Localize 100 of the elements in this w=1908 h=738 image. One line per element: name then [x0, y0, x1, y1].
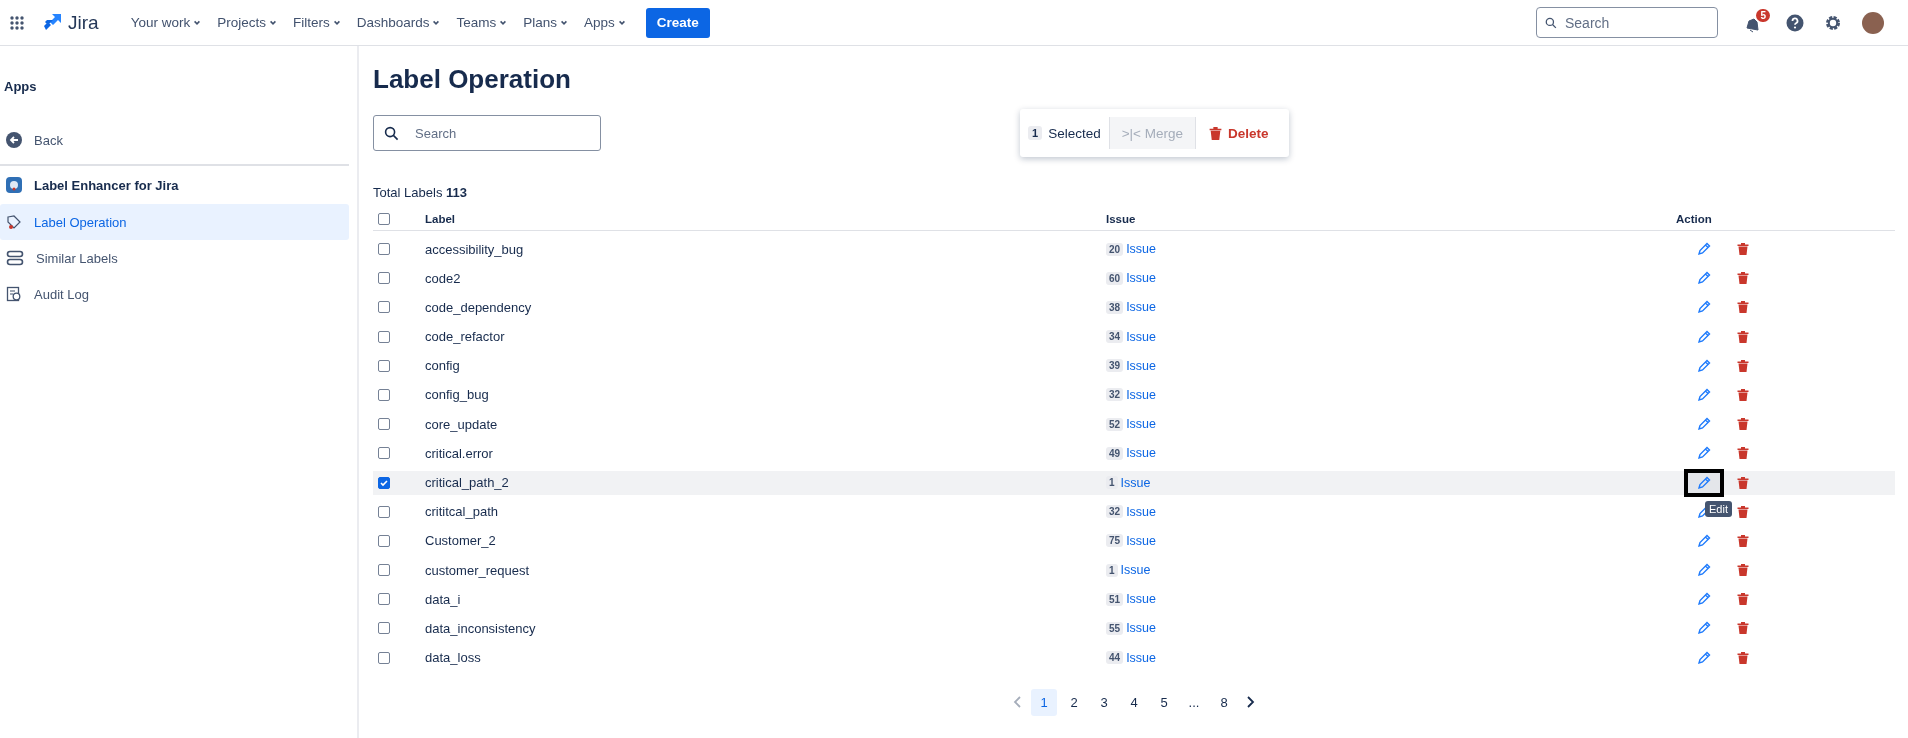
selected-text: Selected	[1048, 125, 1101, 141]
nav-menu[interactable]: Plans	[517, 9, 575, 36]
chevron-down-icon	[560, 18, 569, 27]
label-cell-text: critical.error	[425, 445, 494, 461]
row-checkbox[interactable]	[378, 505, 390, 518]
issue-count: 32	[1106, 388, 1124, 402]
issue-count: 44	[1106, 651, 1124, 665]
issue-link[interactable]: Issue	[1120, 563, 1151, 578]
nav-menu[interactable]: Apps	[578, 9, 632, 36]
search-box[interactable]: Search	[1536, 7, 1718, 38]
row-checkbox[interactable]	[378, 447, 390, 460]
label-cell-text: data_inconsistency	[425, 621, 537, 636]
row-checkbox[interactable]	[378, 534, 390, 547]
label-search-box[interactable]: Search	[373, 115, 601, 151]
issue-link[interactable]: Issue	[1126, 242, 1156, 257]
label-cell-text: config_bug	[425, 387, 490, 403]
page-button[interactable]: 4	[1121, 688, 1147, 716]
page-button[interactable]: 1	[1031, 688, 1057, 716]
chevron-right-icon	[1245, 696, 1255, 709]
app-grid-icon[interactable]	[10, 15, 24, 30]
label-cell-text: data_loss	[425, 650, 482, 666]
trash-icon	[1736, 504, 1750, 519]
pencil-icon	[1697, 300, 1711, 315]
page-button[interactable]: ...	[1181, 688, 1207, 716]
label-cell-text: customer_request	[425, 562, 531, 578]
create-button[interactable]: Create	[645, 7, 710, 38]
nav-menu[interactable]: Dashboards	[350, 9, 447, 36]
trash-icon	[1736, 650, 1750, 665]
nav-menu[interactable]: Filters	[286, 9, 347, 36]
issue-link[interactable]: Issue	[1120, 475, 1151, 490]
issue-count: 39	[1106, 359, 1124, 373]
row-checkbox[interactable]	[378, 389, 390, 401]
issue-link[interactable]: Issue	[1126, 504, 1156, 519]
label-cell-text: accessibility_bug	[425, 241, 525, 257]
sidebar-item[interactable]: Label Operation	[0, 204, 349, 240]
row-checkbox[interactable]	[378, 622, 390, 635]
issue-link[interactable]: Issue	[1126, 592, 1156, 607]
trash-icon	[1207, 125, 1223, 141]
trash-icon	[1736, 563, 1750, 578]
nav-menu[interactable]: Your work	[124, 9, 208, 36]
page-button[interactable]: 8	[1211, 688, 1237, 716]
pencil-icon	[1697, 388, 1711, 402]
issue-link[interactable]: Issue	[1126, 388, 1156, 402]
row-checkbox[interactable]	[378, 243, 390, 256]
select-all-checkbox[interactable]	[378, 213, 390, 225]
product-name: Jira	[68, 11, 99, 34]
issue-link[interactable]: Issue	[1126, 300, 1156, 315]
trash-icon	[1736, 358, 1750, 373]
trash-icon	[1736, 242, 1750, 257]
sidebar-heading: Apps	[3, 79, 38, 94]
page-button[interactable]: 2	[1061, 688, 1087, 716]
issue-link[interactable]: Issue	[1126, 621, 1156, 636]
back-button[interactable]: Back	[0, 122, 349, 158]
pencil-icon	[1697, 533, 1711, 548]
column-header: Issue	[1106, 213, 1137, 225]
row-checkbox[interactable]	[378, 301, 390, 314]
label-search-field[interactable]: Search	[413, 124, 590, 142]
issue-count: 60	[1106, 271, 1124, 285]
trash-icon	[1736, 533, 1750, 548]
app-icon	[6, 177, 22, 193]
tag-icon	[6, 214, 22, 230]
sidebar-item[interactable]: Audit Log	[0, 276, 349, 312]
issue-link[interactable]: Issue	[1126, 446, 1156, 461]
nav-menu[interactable]: Projects	[211, 9, 283, 36]
notifications-button[interactable]: 5	[1740, 8, 1770, 37]
search-icon	[1545, 16, 1557, 29]
sidebar-item[interactable]: Similar Labels	[0, 240, 349, 276]
issue-link[interactable]: Issue	[1126, 358, 1156, 373]
issue-link[interactable]: Issue	[1126, 329, 1156, 344]
delete-button[interactable]: Delete	[1195, 125, 1281, 141]
trash-icon	[1736, 475, 1750, 490]
search-field[interactable]: Search	[1563, 13, 1709, 32]
issue-link[interactable]: Issue	[1126, 650, 1156, 665]
issue-count: 1	[1106, 476, 1118, 490]
column-header: Action	[1675, 213, 1713, 225]
label-cell-text: config	[425, 358, 461, 374]
row-checkbox[interactable]	[378, 330, 390, 343]
row-checkbox[interactable]	[378, 593, 390, 606]
page-button[interactable]: 3	[1091, 688, 1117, 716]
issue-count: 55	[1106, 622, 1124, 635]
trash-icon	[1736, 446, 1750, 461]
row-checkbox[interactable]	[378, 564, 390, 577]
row-checkbox[interactable]	[378, 272, 390, 285]
issue-link[interactable]: Issue	[1126, 533, 1156, 548]
row-checkbox[interactable]	[378, 359, 390, 372]
pencil-icon	[1697, 650, 1711, 665]
row-checkbox[interactable]	[378, 651, 390, 664]
page-button[interactable]: 5	[1151, 688, 1177, 716]
label-cell-text: code2	[425, 270, 462, 286]
row-checkbox[interactable]	[378, 418, 390, 431]
user-avatar[interactable]	[1862, 11, 1884, 34]
issue-link[interactable]: Issue	[1126, 417, 1156, 432]
issue-link[interactable]: Issue	[1126, 271, 1156, 286]
row-checkbox[interactable]	[378, 476, 390, 489]
issue-count: 1	[1106, 563, 1118, 577]
label-cell-text: critical_path_2	[425, 475, 510, 491]
chevron-down-icon	[499, 18, 508, 27]
column-header: Label	[425, 213, 457, 225]
issue-count: 38	[1106, 300, 1124, 314]
nav-menu[interactable]: Teams	[450, 9, 514, 36]
